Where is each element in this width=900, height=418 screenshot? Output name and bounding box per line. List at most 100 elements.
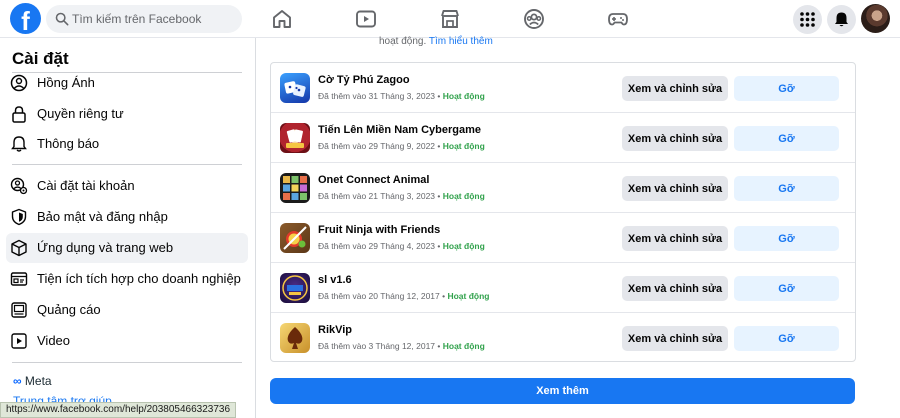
remove-button[interactable]: Gỡ xyxy=(734,76,839,101)
sidebar-item-label: Quyền riêng tư xyxy=(37,106,124,121)
remove-button[interactable]: Gỡ xyxy=(734,176,839,201)
search-input[interactable] xyxy=(72,5,237,33)
account-settings-icon xyxy=(10,177,28,195)
cube-icon xyxy=(11,239,27,257)
app-name: Tiến Lên Miền Nam Cybergame xyxy=(318,124,482,136)
meta-logo: ∞ Meta xyxy=(13,374,52,388)
learn-more-link[interactable]: Tìm hiểu thêm xyxy=(429,36,493,47)
app-name: Cờ Tỷ Phú Zagoo xyxy=(318,74,410,86)
app-row: Cờ Tỷ Phú Zagoo Đã thêm vào 31 Tháng 3, … xyxy=(271,63,855,113)
app-meta: Đã thêm vào 29 Tháng 4, 2023 • Hoạt động xyxy=(318,241,485,251)
sidebar-item-label: Video xyxy=(37,333,71,348)
ads-icon xyxy=(11,302,27,318)
spade-logo-icon xyxy=(287,327,303,349)
app-status: Hoạt động xyxy=(442,141,485,151)
sidebar-scroll-area: Hồng Ánh Quyền riêng tư Thông báo Cài đặ… xyxy=(0,72,255,418)
menu-button[interactable] xyxy=(793,5,822,34)
fruit-slice-icon xyxy=(283,226,307,250)
nav-home-tab[interactable] xyxy=(270,7,294,31)
view-edit-button[interactable]: Xem và chỉnh sửa xyxy=(622,226,728,251)
groups-icon xyxy=(524,9,544,29)
menu-grid-icon xyxy=(800,12,815,27)
nav-gaming-tab[interactable] xyxy=(606,7,630,31)
app-icon-tien-len xyxy=(280,123,310,153)
meta-infinity-icon: ∞ xyxy=(13,374,22,388)
notifications-button[interactable] xyxy=(827,5,856,34)
app-name: RikVip xyxy=(318,324,353,336)
sidebar-item-label: Quảng cáo xyxy=(37,302,101,317)
app-added-date: Đã thêm vào 20 Tháng 12, 2017 xyxy=(318,291,440,301)
divider xyxy=(12,362,242,363)
divider xyxy=(12,164,242,165)
app-list: Cờ Tỷ Phú Zagoo Đã thêm vào 31 Tháng 3, … xyxy=(270,62,856,362)
sidebar-item-privacy[interactable]: Quyền riêng tư xyxy=(6,99,248,129)
nav-groups-tab[interactable] xyxy=(522,7,546,31)
facebook-logo-letter: f xyxy=(21,6,30,34)
sidebar-item-label: Cài đặt tài khoản xyxy=(37,178,135,193)
home-icon xyxy=(273,10,291,28)
app-meta: Đã thêm vào 31 Tháng 3, 2023 • Hoạt động xyxy=(318,91,485,101)
nav-video-tab[interactable] xyxy=(354,7,378,31)
notifications-bell-icon xyxy=(835,12,848,27)
remove-button[interactable]: Gỡ xyxy=(734,226,839,251)
sidebar-item-notifications[interactable]: Thông báo xyxy=(6,129,248,159)
gaming-icon xyxy=(608,13,628,26)
nav-marketplace-tab[interactable] xyxy=(438,7,462,31)
top-navigation-bar: f xyxy=(0,0,900,38)
remove-button[interactable]: Gỡ xyxy=(734,276,839,301)
search-box[interactable] xyxy=(46,5,242,33)
profile-avatar[interactable] xyxy=(861,4,890,33)
app-row: Onet Connect Animal Đã thêm vào 21 Tháng… xyxy=(271,163,855,213)
app-added-date: Đã thêm vào 3 Tháng 12, 2017 xyxy=(318,341,436,351)
view-edit-button[interactable]: Xem và chỉnh sửa xyxy=(622,326,728,351)
app-row: sl v1.6 Đã thêm vào 20 Tháng 12, 2017 • … xyxy=(271,263,855,313)
view-edit-button[interactable]: Xem và chỉnh sửa xyxy=(622,76,728,101)
app-added-date: Đã thêm vào 29 Tháng 9, 2022 xyxy=(318,141,436,151)
shield-icon xyxy=(11,208,27,226)
facebook-logo[interactable]: f xyxy=(10,3,41,34)
app-status: Hoạt động xyxy=(442,341,485,351)
app-meta: Đã thêm vào 20 Tháng 12, 2017 • Hoạt độn… xyxy=(318,291,490,301)
sidebar-item-label: Hồng Ánh xyxy=(37,75,95,90)
sidebar-item-label: Ứng dụng và trang web xyxy=(37,240,174,255)
app-icon-onet xyxy=(280,173,310,203)
app-name: Fruit Ninja with Friends xyxy=(318,224,441,236)
see-more-button[interactable]: Xem thêm xyxy=(270,378,855,404)
remove-button[interactable]: Gỡ xyxy=(734,126,839,151)
app-status: Hoạt động xyxy=(442,91,485,101)
sidebar-item-apps-websites[interactable]: Ứng dụng và trang web xyxy=(6,233,248,263)
sidebar-item-account-settings[interactable]: Cài đặt tài khoản xyxy=(6,171,248,201)
search-icon xyxy=(55,12,69,26)
sidebar-item-label: Tiện ích tích hợp cho doanh nghiệp xyxy=(37,271,241,286)
sidebar-item-business-integrations[interactable]: Tiện ích tích hợp cho doanh nghiệp xyxy=(6,264,248,294)
business-integrations-icon xyxy=(10,272,28,286)
apps-websites-panel: hoạt động. Tìm hiểu thêm Cờ Tỷ Phú Zagoo… xyxy=(256,36,900,418)
video-icon xyxy=(11,333,27,349)
video-icon xyxy=(356,10,376,28)
view-edit-button[interactable]: Xem và chỉnh sửa xyxy=(622,176,728,201)
app-row: Fruit Ninja with Friends Đã thêm vào 29 … xyxy=(271,213,855,263)
app-added-date: Đã thêm vào 31 Tháng 3, 2023 xyxy=(318,91,436,101)
sidebar-item-label: Bảo mật và đăng nhập xyxy=(37,209,168,224)
app-icon-rikvip xyxy=(280,323,310,353)
big-club-logo-icon xyxy=(282,275,308,301)
meta-logo-text: Meta xyxy=(24,374,52,388)
sidebar-item-video[interactable]: Video xyxy=(6,326,248,356)
bell-icon xyxy=(11,136,27,152)
app-name: sl v1.6 xyxy=(318,274,352,286)
view-edit-button[interactable]: Xem và chỉnh sửa xyxy=(622,276,728,301)
app-status: Hoạt động xyxy=(447,291,490,301)
app-added-date: Đã thêm vào 21 Tháng 3, 2023 xyxy=(318,191,436,201)
lock-icon xyxy=(12,106,26,123)
app-icon-co-ty-phu xyxy=(280,73,310,103)
view-edit-button[interactable]: Xem và chỉnh sửa xyxy=(622,126,728,151)
remove-button[interactable]: Gỡ xyxy=(734,326,839,351)
sidebar-item-ads[interactable]: Quảng cáo xyxy=(6,295,248,325)
apps-note: hoạt động. Tìm hiểu thêm xyxy=(379,36,493,47)
settings-sidebar: Cài đặt Hồng Ánh Quyền riêng tư Thông bá… xyxy=(0,38,256,418)
app-row: Tiến Lên Miền Nam Cybergame Đã thêm vào … xyxy=(271,113,855,163)
playing-cards-icon xyxy=(286,129,304,148)
sidebar-item-profile[interactable]: Hồng Ánh xyxy=(6,72,248,98)
sidebar-item-security[interactable]: Bảo mật và đăng nhập xyxy=(6,202,248,232)
app-row: RikVip Đã thêm vào 3 Tháng 12, 2017 • Ho… xyxy=(271,313,855,363)
